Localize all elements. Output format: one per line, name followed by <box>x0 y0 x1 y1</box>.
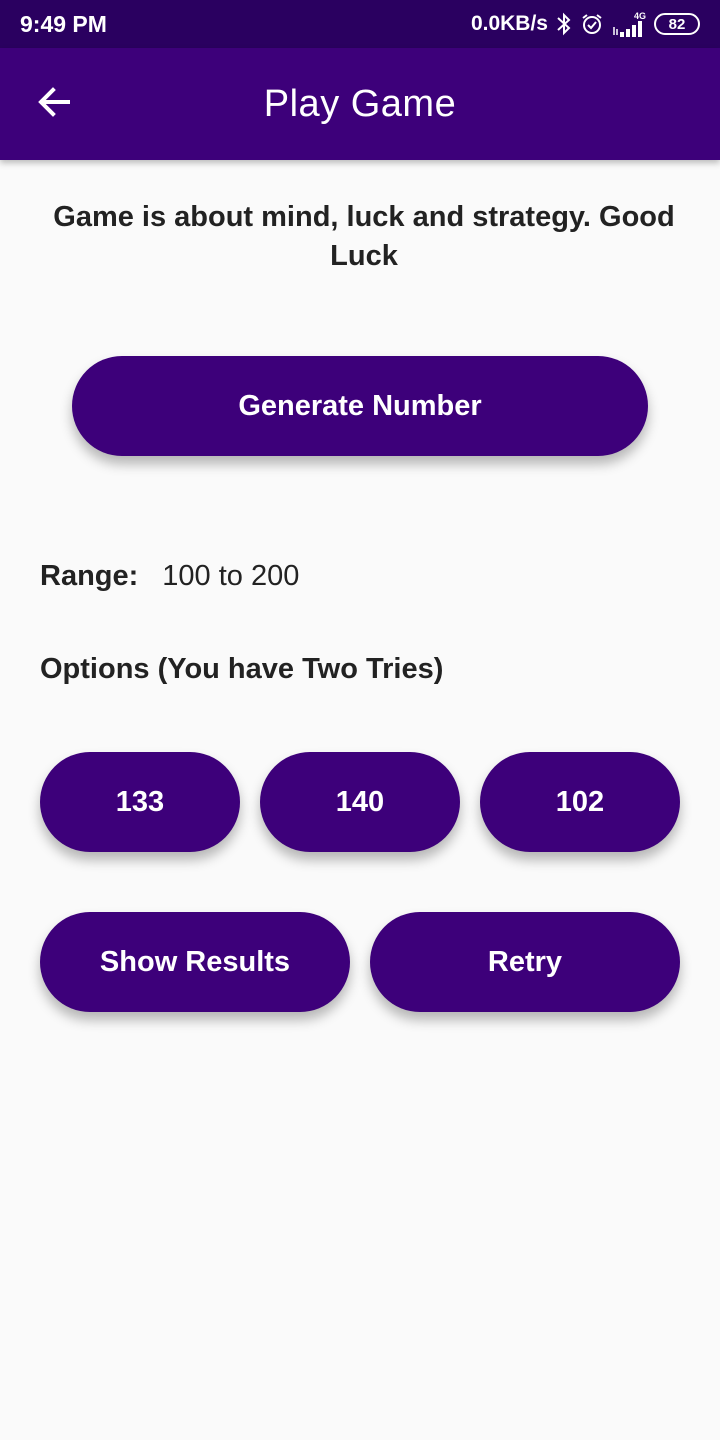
show-results-button[interactable]: Show Results <box>40 912 350 1012</box>
game-tagline: Game is about mind, luck and strategy. G… <box>53 201 675 272</box>
range-row: Range: 100 to 200 <box>40 556 299 596</box>
signal-icon: 4G <box>612 10 646 37</box>
network-type: 4G <box>633 10 646 21</box>
option-button-3[interactable]: 102 <box>480 752 680 852</box>
status-bar: 9:49 PM 0.0KB/s 4G 82 <box>0 0 720 48</box>
option-button-1[interactable]: 133 <box>40 752 240 852</box>
retry-button[interactable]: Retry <box>370 912 680 1012</box>
arrow-back-icon <box>36 84 72 125</box>
alarm-icon <box>580 12 604 36</box>
app-bar: Play Game <box>0 48 720 160</box>
range-label: Range: <box>40 559 139 592</box>
bluetooth-icon <box>556 12 572 36</box>
battery-icon: 82 <box>654 13 700 35</box>
network-speed: 0.0KB/s <box>470 12 548 35</box>
generate-number-button[interactable]: Generate Number <box>72 356 648 456</box>
battery-level: 82 <box>668 15 686 33</box>
status-time: 9:49 PM <box>20 10 107 37</box>
option-button-2[interactable]: 140 <box>260 752 460 852</box>
page-title: Play Game <box>263 82 457 125</box>
status-icons: 0.0KB/s 4G 82 <box>470 10 700 37</box>
back-button[interactable] <box>24 74 84 134</box>
range-value: 100 to 200 <box>162 559 300 592</box>
options-label: Options (You have Two Tries) <box>40 653 444 685</box>
